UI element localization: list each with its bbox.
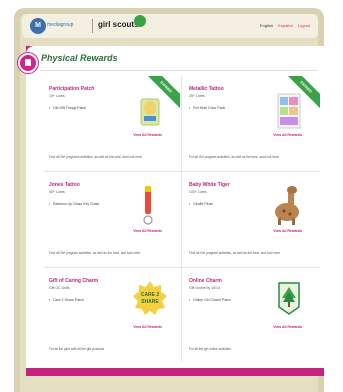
reward-price: 50+ Lures (49, 190, 65, 194)
reward-card-online-charm: Online Charm Gift Online by 10/14 Online… (184, 268, 320, 363)
view-all-rewards-link[interactable]: View All Rewards (133, 133, 162, 137)
reward-name: Metallic Tattoo (189, 86, 224, 92)
reward-name: Participation Patch (49, 86, 95, 92)
reward-description: For all Girl program activities, as well… (189, 155, 280, 159)
english-link[interactable]: English (260, 23, 273, 28)
reward-card-jones-tattoo: Jones Tattoo 50+ Lures Rainbow Lip Gloss… (44, 172, 180, 267)
reward-description: Find all Girl program activities, as wel… (49, 251, 141, 255)
reward-card-gift-of-caring-charm: Gift of Caring Charm Gift OC Units Care … (44, 268, 180, 363)
reward-feature: Giraffe Plush (189, 202, 213, 206)
reward-description: Find all Girl program activities, as wel… (189, 251, 281, 255)
grid-divider-vertical (181, 76, 182, 362)
patch-image (140, 98, 160, 126)
reward-feature: Full Multi Color Pack (189, 106, 225, 110)
media-group-label: mediagroup (47, 22, 74, 28)
reward-card-baby-white-tiger: Baby White Tiger 100+ Lures Giraffe Plus… (184, 172, 320, 267)
espanol-link[interactable]: Español (278, 23, 292, 28)
reward-name: Gift of Caring Charm (49, 278, 99, 284)
rewards-grid: Participation Patch 10+ Lures Girl Gift … (44, 76, 320, 363)
reward-price: 25+ Lures (189, 94, 205, 98)
view-all-rewards-link[interactable]: View All Rewards (133, 325, 162, 329)
badge-text-line1: CARE 2 (141, 292, 160, 298)
reward-price: 100+ Lures (189, 190, 207, 194)
reward-name: Jones Tattoo (49, 182, 80, 188)
reward-description: For all the girl online activities. (189, 347, 232, 351)
reward-name: Baby White Tiger (189, 182, 230, 188)
lip-gloss-keychain-image (143, 186, 153, 225)
reward-description: For all the girls with all the gift prod… (49, 347, 105, 351)
gift-icon (18, 53, 38, 73)
view-all-rewards-link[interactable]: View All Rewards (273, 325, 302, 329)
care-2-share-badge-image: CARE 2 SHARE (133, 281, 167, 315)
online-charm-badge-image (278, 282, 300, 315)
logo-divider (92, 19, 93, 33)
logout-link[interactable]: Logout (298, 23, 310, 28)
view-all-rewards-link[interactable]: View All Rewards (273, 229, 302, 233)
view-all-rewards-link[interactable]: View All Rewards (273, 133, 302, 137)
reward-name: Online Charm (189, 278, 222, 284)
reward-description: Find all Girl programs activities, as we… (49, 155, 143, 159)
site-header: M mediagroup girl scouts English Español… (22, 14, 318, 38)
reward-price: Gift Online by 10/14 (189, 286, 220, 290)
media-group-logo: M (30, 18, 46, 34)
trefoil-icon (134, 15, 146, 27)
badge-text-line2: SHARE (141, 299, 159, 305)
header-links: English Español Logout (256, 23, 310, 28)
reward-feature: Online Girl Charm Patch (189, 298, 231, 302)
reward-feature: Girl Gift Things Patch (49, 106, 86, 110)
girl-scouts-logo: girl scouts (98, 20, 139, 29)
panel-bottom-accent (26, 368, 324, 376)
reward-card-participation-patch: Participation Patch 10+ Lures Girl Gift … (44, 76, 180, 171)
reward-card-metallic-tattoo: Metallic Tattoo 25+ Lures Full Multi Col… (184, 76, 320, 171)
title-divider (40, 70, 318, 71)
page-title: Physical Rewards (41, 53, 118, 63)
reward-feature: Care 2 Share Patch (49, 298, 84, 302)
reward-price: 10+ Lures (49, 94, 65, 98)
reward-price: Gift OC Units (49, 286, 70, 290)
view-all-rewards-link[interactable]: View All Rewards (133, 229, 162, 233)
tattoo-image (277, 93, 301, 129)
giraffe-plush-image (275, 186, 299, 225)
reward-feature: Rainbow Lip Gloss Key Chain (49, 202, 99, 206)
